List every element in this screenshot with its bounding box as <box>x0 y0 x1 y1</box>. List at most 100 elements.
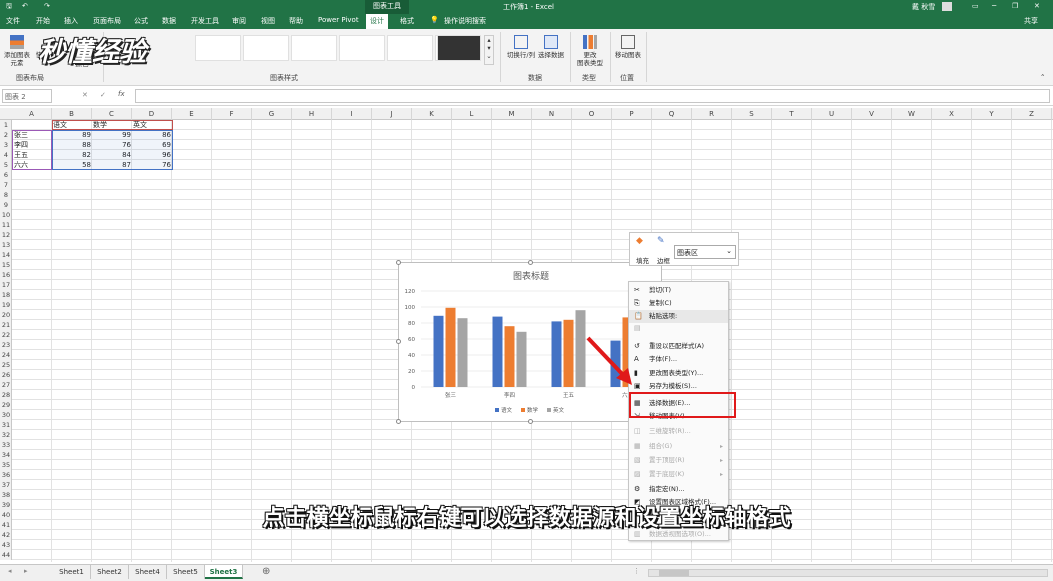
column-header[interactable]: E <box>172 108 212 120</box>
fill-label[interactable]: 填充 <box>636 255 649 265</box>
row-header[interactable]: 11 <box>0 220 12 230</box>
row-header[interactable]: 26 <box>0 370 12 380</box>
select-data-ribbon-button[interactable]: 选择数据 <box>536 35 566 59</box>
chart-style-4[interactable] <box>339 35 385 61</box>
outline-label[interactable]: 边框 <box>657 255 670 265</box>
cancel-icon[interactable]: ✕ <box>82 91 88 99</box>
row-header[interactable]: 38 <box>0 490 12 500</box>
row-header[interactable]: 34 <box>0 450 12 460</box>
enter-icon[interactable]: ✓ <box>100 91 106 99</box>
column-header[interactable]: Z <box>1012 108 1052 120</box>
add-chart-element-button[interactable]: 添加图表 元素 <box>2 35 32 67</box>
column-header[interactable]: X <box>932 108 972 120</box>
row-header[interactable]: 28 <box>0 390 12 400</box>
column-header[interactable]: O <box>572 108 612 120</box>
row-header[interactable]: 12 <box>0 230 12 240</box>
column-header[interactable]: P <box>612 108 652 120</box>
ribbon-display-icon[interactable]: ▭ <box>972 2 979 10</box>
row-header[interactable]: 6 <box>0 170 12 180</box>
row-header[interactable]: 24 <box>0 350 12 360</box>
column-header[interactable]: I <box>332 108 372 120</box>
row-header[interactable]: 22 <box>0 330 12 340</box>
column-header[interactable]: V <box>852 108 892 120</box>
row-header[interactable]: 29 <box>0 400 12 410</box>
row-header[interactable]: 18 <box>0 290 12 300</box>
scrollbar-thumb[interactable] <box>659 570 689 576</box>
column-header[interactable]: W <box>892 108 932 120</box>
share-button[interactable]: 共享 <box>1024 16 1038 26</box>
column-header[interactable]: Q <box>652 108 692 120</box>
tab-format[interactable]: 格式 <box>400 16 414 26</box>
row-header[interactable]: 27 <box>0 380 12 390</box>
column-header[interactable]: Y <box>972 108 1012 120</box>
sheet-tab[interactable]: Sheet1 <box>53 565 91 579</box>
row-header[interactable]: 32 <box>0 430 12 440</box>
column-header[interactable]: H <box>292 108 332 120</box>
row-header[interactable]: 5 <box>0 160 12 170</box>
chart-style-1[interactable] <box>195 35 241 61</box>
sheet-tab[interactable]: Sheet2 <box>91 565 129 579</box>
resize-handle[interactable] <box>528 260 533 265</box>
tab-power-pivot[interactable]: Power Pivot <box>318 16 359 24</box>
column-header[interactable]: C <box>92 108 132 120</box>
column-header[interactable]: N <box>532 108 572 120</box>
row-header[interactable]: 44 <box>0 550 12 560</box>
column-header[interactable]: M <box>492 108 532 120</box>
row-header[interactable]: 2 <box>0 130 12 140</box>
row-header[interactable]: 4 <box>0 150 12 160</box>
row-header[interactable]: 20 <box>0 310 12 320</box>
column-header[interactable]: J <box>372 108 412 120</box>
column-header[interactable]: K <box>412 108 452 120</box>
resize-handle[interactable] <box>396 260 401 265</box>
avatar[interactable] <box>942 2 952 11</box>
row-header[interactable]: 1 <box>0 120 12 130</box>
chart-style-7[interactable] <box>437 35 481 61</box>
row-header[interactable]: 3 <box>0 140 12 150</box>
tab-design[interactable]: 设计 <box>366 14 388 29</box>
column-header[interactable]: G <box>252 108 292 120</box>
tell-me-search[interactable]: 操作说明搜索 <box>444 16 486 26</box>
tab-insert[interactable]: 插入 <box>64 16 78 26</box>
row-header[interactable]: 17 <box>0 280 12 290</box>
user-name[interactable]: 戴 秋雪 <box>912 2 935 12</box>
column-header[interactable]: T <box>772 108 812 120</box>
styles-scroll-icon[interactable]: ▴ ▾ ⌄ <box>484 35 494 65</box>
row-header[interactable]: 7 <box>0 180 12 190</box>
row-header[interactable]: 36 <box>0 470 12 480</box>
fill-bucket-icon[interactable]: ◆ <box>636 236 650 246</box>
tab-review[interactable]: 审阅 <box>232 16 246 26</box>
row-header[interactable]: 23 <box>0 340 12 350</box>
row-header[interactable]: 19 <box>0 300 12 310</box>
column-header[interactable]: F <box>212 108 252 120</box>
row-header[interactable]: 25 <box>0 360 12 370</box>
sheet-tab-active[interactable]: Sheet3 <box>205 565 243 579</box>
chart-style-3[interactable] <box>291 35 337 61</box>
row-header[interactable]: 43 <box>0 540 12 550</box>
resize-handle[interactable] <box>528 419 533 424</box>
tab-formulas[interactable]: 公式 <box>134 16 148 26</box>
row-header[interactable]: 37 <box>0 480 12 490</box>
chart-style-5[interactable] <box>387 35 433 61</box>
next-sheet-icon[interactable]: ▸ <box>24 567 28 575</box>
tab-developer[interactable]: 开发工具 <box>191 16 219 26</box>
restore-icon[interactable]: ❐ <box>1012 2 1018 10</box>
row-header[interactable]: 14 <box>0 250 12 260</box>
menu-item[interactable]: A 字体(F)... <box>629 353 728 366</box>
sheet-tab[interactable]: Sheet4 <box>129 565 167 579</box>
row-header[interactable]: 33 <box>0 440 12 450</box>
name-box[interactable]: 图表 2 <box>2 89 52 103</box>
prev-sheet-icon[interactable]: ◂ <box>8 567 12 575</box>
column-header[interactable]: U <box>812 108 852 120</box>
row-header[interactable]: 8 <box>0 190 12 200</box>
resize-handle[interactable] <box>396 419 401 424</box>
row-header[interactable]: 10 <box>0 210 12 220</box>
column-header[interactable]: R <box>692 108 732 120</box>
column-header[interactable]: B <box>52 108 92 120</box>
change-chart-type-button[interactable]: 更改 图表类型 <box>573 35 607 67</box>
tab-data[interactable]: 数据 <box>162 16 176 26</box>
close-icon[interactable]: ✕ <box>1034 2 1040 10</box>
menu-item[interactable]: ⚙ 指定宏(N)... <box>629 483 728 496</box>
chart-element-select[interactable]: 图表区 ⌄ <box>674 245 736 259</box>
undo-icon[interactable]: ↶ <box>22 2 28 10</box>
column-header[interactable]: D <box>132 108 172 120</box>
